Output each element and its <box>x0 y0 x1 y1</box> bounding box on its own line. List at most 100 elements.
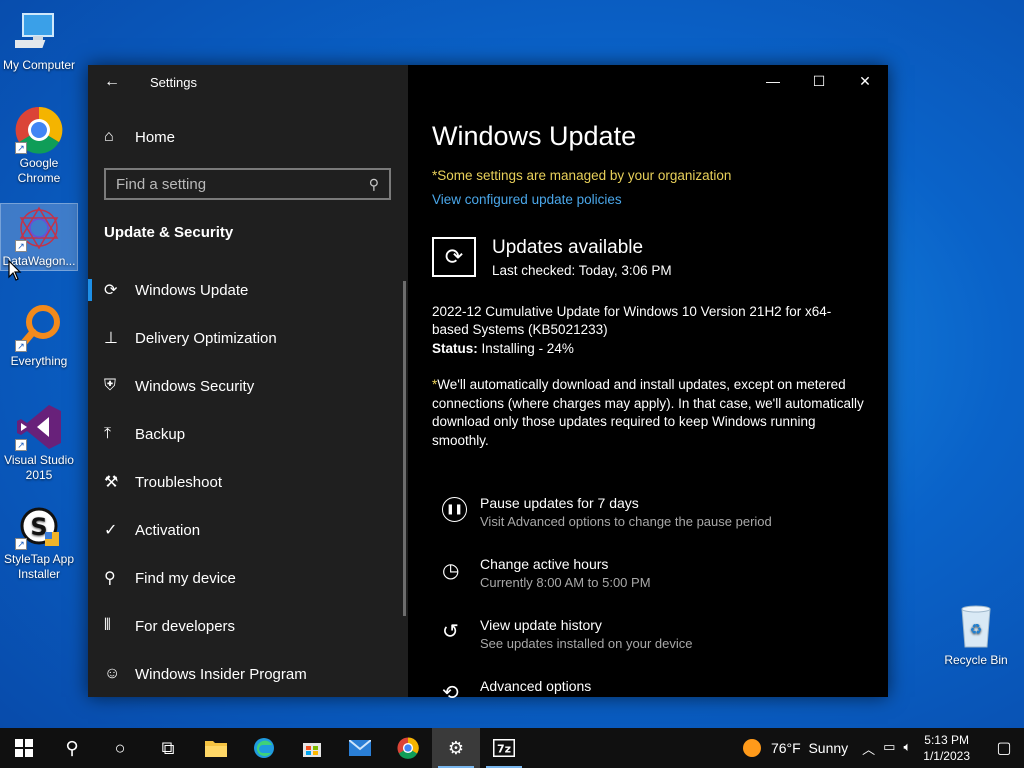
settings-taskbar-button[interactable]: ⚙ <box>432 728 480 768</box>
computer-icon <box>8 8 63 56</box>
recycle-bin-icon: ♻ <box>952 603 1000 651</box>
nav-item-delivery-optimization[interactable]: ⊥ Delivery Optimization <box>88 314 408 362</box>
managed-notice: *Some settings are managed by your organ… <box>432 168 732 183</box>
weather-desc: Sunny <box>808 740 849 756</box>
nav-item-label: Find my device <box>135 569 236 587</box>
folder-icon <box>205 741 227 757</box>
7zip-taskbar-button[interactable]: 7z <box>480 728 528 768</box>
nav-item-label: Windows Update <box>135 281 249 299</box>
status-value: Installing - 24% <box>481 341 574 356</box>
edge-icon <box>254 738 274 758</box>
option-title: Pause updates for 7 days <box>480 495 639 511</box>
task-view-button[interactable]: ⧉ <box>144 728 192 768</box>
option-title: Advanced options <box>480 678 592 694</box>
visual-studio-icon: ↗ <box>15 403 63 451</box>
settings-sidebar: ← Settings ⌂ Home Find a setting ⚲ Updat… <box>88 65 408 697</box>
nav-item-label: Windows Insider Program <box>135 665 307 683</box>
chevron-up-icon[interactable]: ︿ <box>862 739 875 758</box>
title-bar: ← Settings <box>88 65 408 99</box>
desktop-icon-everything[interactable]: ↗ Everything <box>1 304 77 369</box>
store-button[interactable] <box>288 728 336 768</box>
insider-cat-icon: ☺ <box>104 665 121 682</box>
home-link[interactable]: ⌂ Home <box>88 117 408 157</box>
network-icon[interactable]: ▭ <box>883 739 895 758</box>
search-button[interactable]: ⚲ <box>48 728 96 768</box>
nav-item-backup[interactable]: ⤒ Backup <box>88 410 408 458</box>
option-pause-updates[interactable]: ❚❚ Pause updates for 7 days Visit Advanc… <box>442 493 862 554</box>
update-options: ❚❚ Pause updates for 7 days Visit Advanc… <box>442 493 862 706</box>
nav-item-find-my-device[interactable]: ⚲ Find my device <box>88 554 408 602</box>
edge-button[interactable] <box>240 728 288 768</box>
notice-text: We'll automatically download and install… <box>432 377 864 448</box>
home-icon: ⌂ <box>104 128 114 145</box>
sidebar-scrollbar[interactable] <box>403 281 406 616</box>
notification-icon: ▢ <box>996 740 1012 757</box>
option-active-hours[interactable]: ◷ Change active hours Currently 8:00 AM … <box>442 554 862 615</box>
developer-sliders-icon: ⫴ <box>104 617 111 634</box>
view-policies-link[interactable]: View configured update policies <box>432 192 622 207</box>
option-subtitle: Currently 8:00 AM to 5:00 PM <box>480 575 651 590</box>
weather-widget[interactable]: 76°F Sunny <box>742 739 849 757</box>
clock[interactable]: 5:13 PM 1/1/2023 <box>923 732 970 764</box>
pause-icon: ❚❚ <box>442 497 467 522</box>
task-view-icon: ⧉ <box>161 737 175 758</box>
option-advanced[interactable]: ⟲ Advanced options <box>442 676 862 706</box>
windows-logo-icon <box>15 739 33 757</box>
advanced-refresh-gear-icon: ⟲ <box>442 682 459 704</box>
search-placeholder: Find a setting <box>116 175 207 193</box>
option-update-history[interactable]: ↺ View update history See updates instal… <box>442 615 862 676</box>
styletap-icon: S ↗ <box>15 502 63 550</box>
maximize-icon[interactable]: ☐ <box>796 65 842 97</box>
chrome-icon <box>397 737 419 759</box>
nav-item-for-developers[interactable]: ⫴ For developers <box>88 602 408 650</box>
close-icon[interactable]: ✕ <box>842 65 888 97</box>
desktop-icon-google-chrome[interactable]: ↗ Google Chrome <box>1 106 77 186</box>
chrome-taskbar-button[interactable] <box>384 728 432 768</box>
app-title: Settings <box>150 74 197 90</box>
nav-item-label: Activation <box>135 521 201 539</box>
section-title: Update & Security <box>104 224 234 241</box>
update-status-block: ⟳ Updates available Last checked: Today,… <box>432 237 672 278</box>
gear-icon: ⚙ <box>447 737 465 758</box>
history-icon: ↺ <box>442 621 459 643</box>
mail-button[interactable] <box>336 728 384 768</box>
store-bag-icon <box>303 743 321 757</box>
desktop-icon-recycle-bin[interactable]: ♻ Recycle Bin <box>938 603 1014 668</box>
nav-item-windows-security[interactable]: ⛨ Windows Security <box>88 362 408 410</box>
search-icon: ⚲ <box>65 737 79 758</box>
back-arrow-icon[interactable]: ← <box>104 73 120 91</box>
weather-temp: 76°F <box>770 740 801 756</box>
shield-icon: ⛨ <box>104 377 117 394</box>
file-explorer-button[interactable] <box>192 728 240 768</box>
desktop-icon-visual-studio[interactable]: ↗ Visual Studio 2015 <box>1 403 77 483</box>
svg-text:♻: ♻ <box>970 622 983 638</box>
refresh-icon: ⟳ <box>104 282 118 299</box>
start-button[interactable] <box>0 728 48 768</box>
desktop-icon-styletap[interactable]: S ↗ StyleTap App Installer <box>1 502 77 582</box>
settings-window: ← Settings ⌂ Home Find a setting ⚲ Updat… <box>88 65 888 704</box>
wrench-icon: ⚒ <box>104 474 119 491</box>
home-label: Home <box>135 128 176 146</box>
nav-item-windows-insider-program[interactable]: ☺ Windows Insider Program <box>88 650 408 698</box>
svg-text:7z: 7z <box>497 743 511 756</box>
notification-center-button[interactable]: ▢ <box>984 728 1024 768</box>
person-pin-icon: ⚲ <box>104 570 116 587</box>
option-subtitle: See updates installed on your device <box>480 636 693 651</box>
desktop-icon-label: StyleTap App Installer <box>3 552 75 581</box>
nav-item-windows-update[interactable]: ⟳ Windows Update <box>88 266 408 314</box>
nav-item-label: Troubleshoot <box>135 473 222 491</box>
option-subtitle: Visit Advanced options to change the pau… <box>480 514 772 529</box>
cortana-button[interactable]: ○ <box>96 728 144 768</box>
nav-item-label: Delivery Optimization <box>135 329 277 347</box>
desktop-icon-my-computer[interactable]: My Computer <box>1 8 77 73</box>
minimize-icon[interactable]: — <box>750 65 796 97</box>
nav-item-troubleshoot[interactable]: ⚒ Troubleshoot <box>88 458 408 506</box>
nav-item-activation[interactable]: ✓ Activation <box>88 506 408 554</box>
desktop-icon-label: My Computer <box>2 58 76 72</box>
sun-icon <box>742 739 761 757</box>
search-input[interactable]: Find a setting ⚲ <box>104 168 391 200</box>
mail-icon <box>349 740 371 756</box>
volume-icon[interactable]: 🔈︎ <box>903 739 911 758</box>
mouse-cursor-icon <box>8 260 22 281</box>
taskbar: ⚲ ○ ⧉ ⚙ 7z 76°F Sunny ︿ ▭ 🔈︎ 5:13 PM 1/1… <box>0 728 1024 768</box>
